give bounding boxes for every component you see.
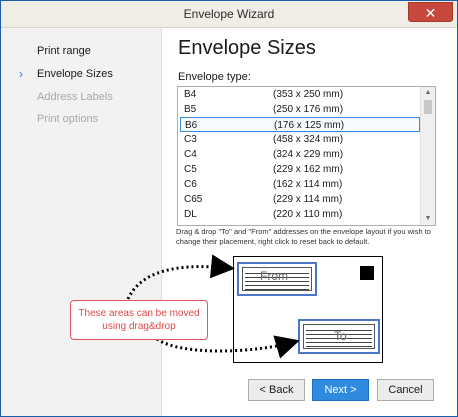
drag-drop-callout: These areas can be moved using drag&drop [70, 300, 208, 340]
envelope-wizard-window: Envelope Wizard ✕ › Print range Envelope… [0, 0, 458, 417]
drag-arrows-annotation [126, 254, 300, 359]
arrow-to-to-area [156, 335, 300, 359]
arrow-to-from-area [126, 254, 235, 300]
